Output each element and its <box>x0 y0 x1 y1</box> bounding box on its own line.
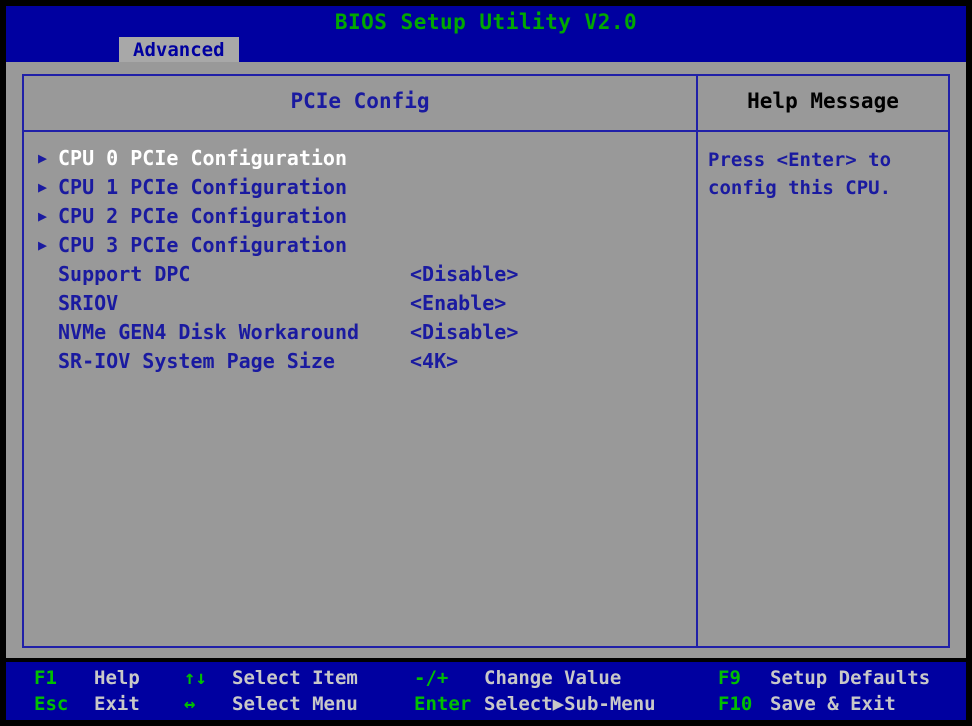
setting-row[interactable]: Support DPC <Disable> <box>24 260 696 289</box>
hotkey-description: Select Menu <box>232 693 358 715</box>
submenu-item[interactable]: ▶ CPU 0 PCIe Configuration <box>24 144 696 173</box>
footer-hotkey-bar: F1 Help Esc Exit ↑↓ Select Item ↔ Select Menu -/… <box>6 662 966 720</box>
option-list: ▶ CPU 0 PCIe Configuration ▶ CPU 1 PCIe Con… <box>24 132 696 646</box>
hotkey-key: ↑↓ <box>184 667 207 689</box>
submenu-item[interactable]: ▶ CPU 2 PCIe Configuration <box>24 202 696 231</box>
option-label: CPU 3 PCIe Configuration <box>58 233 347 257</box>
hotkey-key: F10 <box>718 693 753 715</box>
hotkey-item[interactable]: F1 Help <box>34 666 140 691</box>
setting-row[interactable]: SR-IOV System Page Size <4K> <box>24 347 696 376</box>
option-value[interactable]: <Disable> <box>410 318 518 347</box>
hotkey-description: Setup Defaults <box>770 667 931 689</box>
hotkey-key: Esc <box>34 693 69 715</box>
help-line: config this CPU. <box>708 177 892 199</box>
hotkey-description: Select▶Sub-Menu <box>484 693 656 715</box>
option-label: NVMe GEN4 Disk Workaround <box>58 320 360 344</box>
hotkey-key: -/+ <box>414 667 449 689</box>
hotkey-description: Select Item <box>232 667 358 689</box>
setting-row[interactable]: NVMe GEN4 Disk Workaround <Disable> <box>24 318 696 347</box>
title-bar: BIOS Setup Utility V2.0 Advanced <box>6 6 966 62</box>
submenu-arrow-icon: ▶ <box>38 178 48 196</box>
hotkey-description: Change Value <box>484 667 622 689</box>
hotkey-item[interactable]: Esc Exit <box>34 692 140 717</box>
hotkey-item[interactable]: Enter Select▶Sub-Menu <box>414 692 656 717</box>
work-area: PCIe Config Help Message ▶ CPU 0 PCIe Con… <box>6 62 966 658</box>
tab-strip: Advanced <box>6 37 966 62</box>
option-label: Support DPC <box>58 262 191 286</box>
option-label: CPU 2 PCIe Configuration <box>58 204 347 228</box>
content-frame: PCIe Config Help Message ▶ CPU 0 PCIe Con… <box>22 74 950 648</box>
hotkey-key: Enter <box>414 693 472 715</box>
submenu-arrow-icon: ▶ <box>38 236 48 254</box>
page-title: BIOS Setup Utility V2.0 <box>334 10 638 34</box>
option-value[interactable]: <4K> <box>410 347 458 376</box>
bios-screen: BIOS Setup Utility V2.0 Advanced PCIe Co… <box>0 0 972 726</box>
hotkey-description: Save & Exit <box>770 693 896 715</box>
option-label: SRIOV <box>58 291 119 315</box>
hotkey-description: Exit <box>94 693 140 715</box>
option-label: SR-IOV System Page Size <box>58 349 335 373</box>
main-panel-title: PCIe Config <box>290 89 430 113</box>
submenu-item[interactable]: ▶ CPU 3 PCIe Configuration <box>24 231 696 260</box>
hotkey-item[interactable]: ↑↓ Select Item <box>184 666 358 691</box>
help-line: Press <Enter> to <box>708 149 892 171</box>
hotkey-key: F1 <box>34 667 57 689</box>
option-value[interactable]: <Enable> <box>410 289 506 318</box>
option-label: CPU 0 PCIe Configuration <box>58 146 347 170</box>
setting-row[interactable]: SRIOV <Enable> <box>24 289 696 318</box>
tab-advanced[interactable]: Advanced <box>119 37 239 62</box>
hotkey-item[interactable]: F9 Setup Defaults <box>718 666 930 691</box>
hotkey-item[interactable]: ↔ Select Menu <box>184 692 358 717</box>
submenu-arrow-icon: ▶ <box>38 149 48 167</box>
help-message-body: Press <Enter> to config this CPU. <box>698 132 948 646</box>
help-panel-title: Help Message <box>747 89 899 113</box>
hotkey-item[interactable]: -/+ Change Value <box>414 666 621 691</box>
hotkey-key: ↔ <box>184 693 196 715</box>
submenu-item[interactable]: ▶ CPU 1 PCIe Configuration <box>24 173 696 202</box>
hotkey-item[interactable]: F10 Save & Exit <box>718 692 896 717</box>
panel-header-row: PCIe Config Help Message <box>24 76 948 132</box>
option-value[interactable]: <Disable> <box>410 260 518 289</box>
hotkey-description: Help <box>94 667 140 689</box>
option-label: CPU 1 PCIe Configuration <box>58 175 347 199</box>
submenu-arrow-icon: ▶ <box>38 207 48 225</box>
hotkey-key: F9 <box>718 667 741 689</box>
